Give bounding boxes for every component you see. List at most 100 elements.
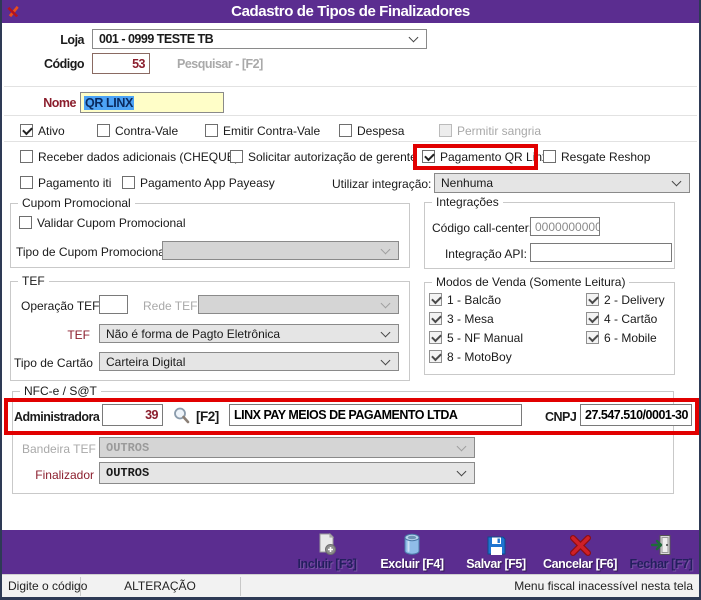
divider [4, 86, 697, 87]
checkbox-receber-dados[interactable]: Receber dados adicionais (CHEQUE) [20, 149, 239, 164]
administradora-nome-value: LINX PAY MEIOS DE PAGAMENTO LTDA [234, 408, 458, 422]
checkbox-despesa[interactable]: Despesa [339, 123, 404, 138]
checkbox-emitir-contra-vale[interactable]: Emitir Contra-Vale [205, 123, 320, 138]
cancelar-button[interactable]: Cancelar [F6] [539, 532, 621, 571]
bandeira-tef-select: OUTROS [99, 437, 475, 458]
divider [4, 141, 697, 142]
checkbox-box [429, 331, 442, 344]
fechar-button[interactable]: Fechar [F7] [620, 532, 699, 571]
excluir-button[interactable]: Excluir [F4] [371, 532, 453, 571]
checkbox-modo-mobile: 6 - Mobile [586, 330, 657, 345]
group-title: Modos de Venda (Somente Leitura) [432, 275, 630, 289]
checkbox-modo-cartao: 4 - Cartão [586, 311, 657, 326]
checkbox-pagamento-app-payeasy[interactable]: Pagamento App Payeasy [122, 175, 275, 190]
checkbox-box [97, 124, 110, 137]
checkbox-pagamento-qr-linx[interactable]: Pagamento QR Linx [422, 149, 548, 164]
status-bar: Digite o código ALTERAÇÃO Menu fiscal in… [2, 574, 699, 598]
tef-label: TEF [67, 328, 90, 342]
loja-select[interactable]: 001 - 0999 TESTE TB [92, 29, 427, 49]
checkbox-box [20, 176, 33, 189]
search-icon[interactable] [172, 406, 191, 425]
checkbox-box [429, 293, 442, 306]
checkbox-box [586, 331, 599, 344]
tef-select[interactable]: Não é forma de Pagto Eletrônica [99, 324, 399, 343]
checkbox-box [586, 293, 599, 306]
checkbox-solicitar-autorizacao[interactable]: Solicitar autorização de gerente [230, 149, 417, 164]
checkbox-modo-mesa: 3 - Mesa [429, 311, 494, 326]
cadastro-finalizadores-window: Cadastro de Tipos de Finalizadores Loja … [0, 0, 701, 600]
integracao-api-input[interactable] [530, 243, 672, 262]
rede-tef-label: Rede TEF [143, 299, 198, 313]
group-title: TEF [18, 274, 49, 288]
finalizador-label: Finalizador [35, 468, 94, 482]
nome-input[interactable]: QR LINX [80, 92, 224, 113]
codigo-label: Código [43, 57, 85, 71]
checkbox-contra-vale[interactable]: Contra-Vale [97, 123, 178, 138]
integracao-api-label: Integração API: [444, 247, 527, 261]
checkbox-modo-balcao: 1 - Balcão [429, 292, 501, 307]
bandeira-tef-label: Bandeira TEF [22, 442, 96, 456]
cnpj-input[interactable]: 27.547.510/0001-30 [580, 404, 692, 426]
checkbox-modo-delivery: 2 - Delivery [586, 292, 665, 307]
checkbox-box [586, 312, 599, 325]
codigo-input[interactable]: 53 [92, 53, 150, 74]
checkbox-ativo[interactable]: Ativo [20, 123, 65, 138]
salvar-button[interactable]: Salvar [F5] [455, 532, 537, 571]
bandeira-tef-value: OUTROS [106, 440, 150, 455]
checkbox-box [429, 350, 442, 363]
checkbox-validar-cupom[interactable]: Validar Cupom Promocional [19, 215, 186, 230]
finalizador-select[interactable]: OUTROS [99, 462, 475, 484]
checkbox-box [205, 124, 218, 137]
utilizar-integracao-label: Utilizar integração: [332, 177, 432, 191]
status-left: Digite o código [8, 579, 88, 593]
loja-label: Loja [60, 33, 84, 47]
status-mode: ALTERAÇÃO [124, 579, 196, 593]
administradora-label: Administradora [14, 410, 100, 424]
checkbox-box [429, 312, 442, 325]
pesquisar-hint: Pesquisar - [F2] [177, 57, 263, 71]
tipo-cartao-select[interactable]: Carteira Digital [99, 352, 399, 371]
trash-cylinder-icon [404, 533, 420, 555]
checkbox-pagamento-iti[interactable]: Pagamento iti [20, 175, 111, 190]
checkbox-box [20, 150, 33, 163]
administradora-codigo-input[interactable]: 39 [102, 404, 163, 426]
checkbox-modo-motoboy: 8 - MotoBoy [429, 349, 512, 364]
divider [4, 115, 697, 116]
operacao-tef-input[interactable] [99, 295, 128, 314]
utilizar-integracao-value: Nenhuma [441, 176, 494, 190]
tipo-cartao-value: Carteira Digital [106, 354, 186, 369]
administradora-nome-input[interactable]: LINX PAY MEIOS DE PAGAMENTO LTDA [229, 404, 522, 426]
rede-tef-select [198, 295, 399, 314]
checkbox-box [439, 124, 452, 137]
title-bar: Cadastro de Tipos de Finalizadores [2, 0, 699, 23]
cnpj-label: CNPJ [545, 410, 577, 424]
utilizar-integracao-select[interactable]: Nenhuma [434, 173, 690, 193]
checkbox-box [122, 176, 135, 189]
checkbox-box [20, 124, 33, 137]
group-title: NFC-e / S@T [20, 384, 101, 398]
linx-logo-icon [7, 5, 19, 18]
administradora-f2-hint: [F2] [196, 409, 219, 424]
tipo-cartao-label: Tipo de Cartão [14, 356, 93, 370]
call-center-input[interactable]: 0000000000 [530, 217, 600, 236]
cancel-x-icon [569, 535, 591, 556]
floppy-disk-icon [487, 536, 505, 555]
checkbox-box [19, 216, 32, 229]
administradora-codigo-value: 39 [145, 408, 158, 422]
group-title: Cupom Promocional [18, 196, 135, 210]
checkbox-box [230, 150, 243, 163]
checkbox-permitir-sangria: Permitir sangria [439, 123, 541, 138]
checkbox-box [543, 150, 556, 163]
bottom-toolbar: Incluir [F3] Excluir [F4] Salvar [F5] Ca… [2, 530, 699, 574]
nome-label: Nome [43, 96, 76, 110]
cnpj-value: 27.547.510/0001-30 [585, 408, 688, 422]
nome-value-selected: QR LINX [84, 95, 134, 110]
checkbox-modo-nf-manual: 5 - NF Manual [429, 330, 523, 345]
incluir-button[interactable]: Incluir [F3] [286, 532, 368, 571]
group-title: Integrações [432, 195, 503, 209]
tipo-cupom-label: Tipo de Cupom Promocional [16, 245, 168, 259]
checkbox-resgate-reshop[interactable]: Resgate Reshop [543, 149, 650, 164]
window-title: Cadastro de Tipos de Finalizadores [231, 3, 470, 20]
checkbox-box [339, 124, 352, 137]
add-document-icon [319, 533, 336, 555]
